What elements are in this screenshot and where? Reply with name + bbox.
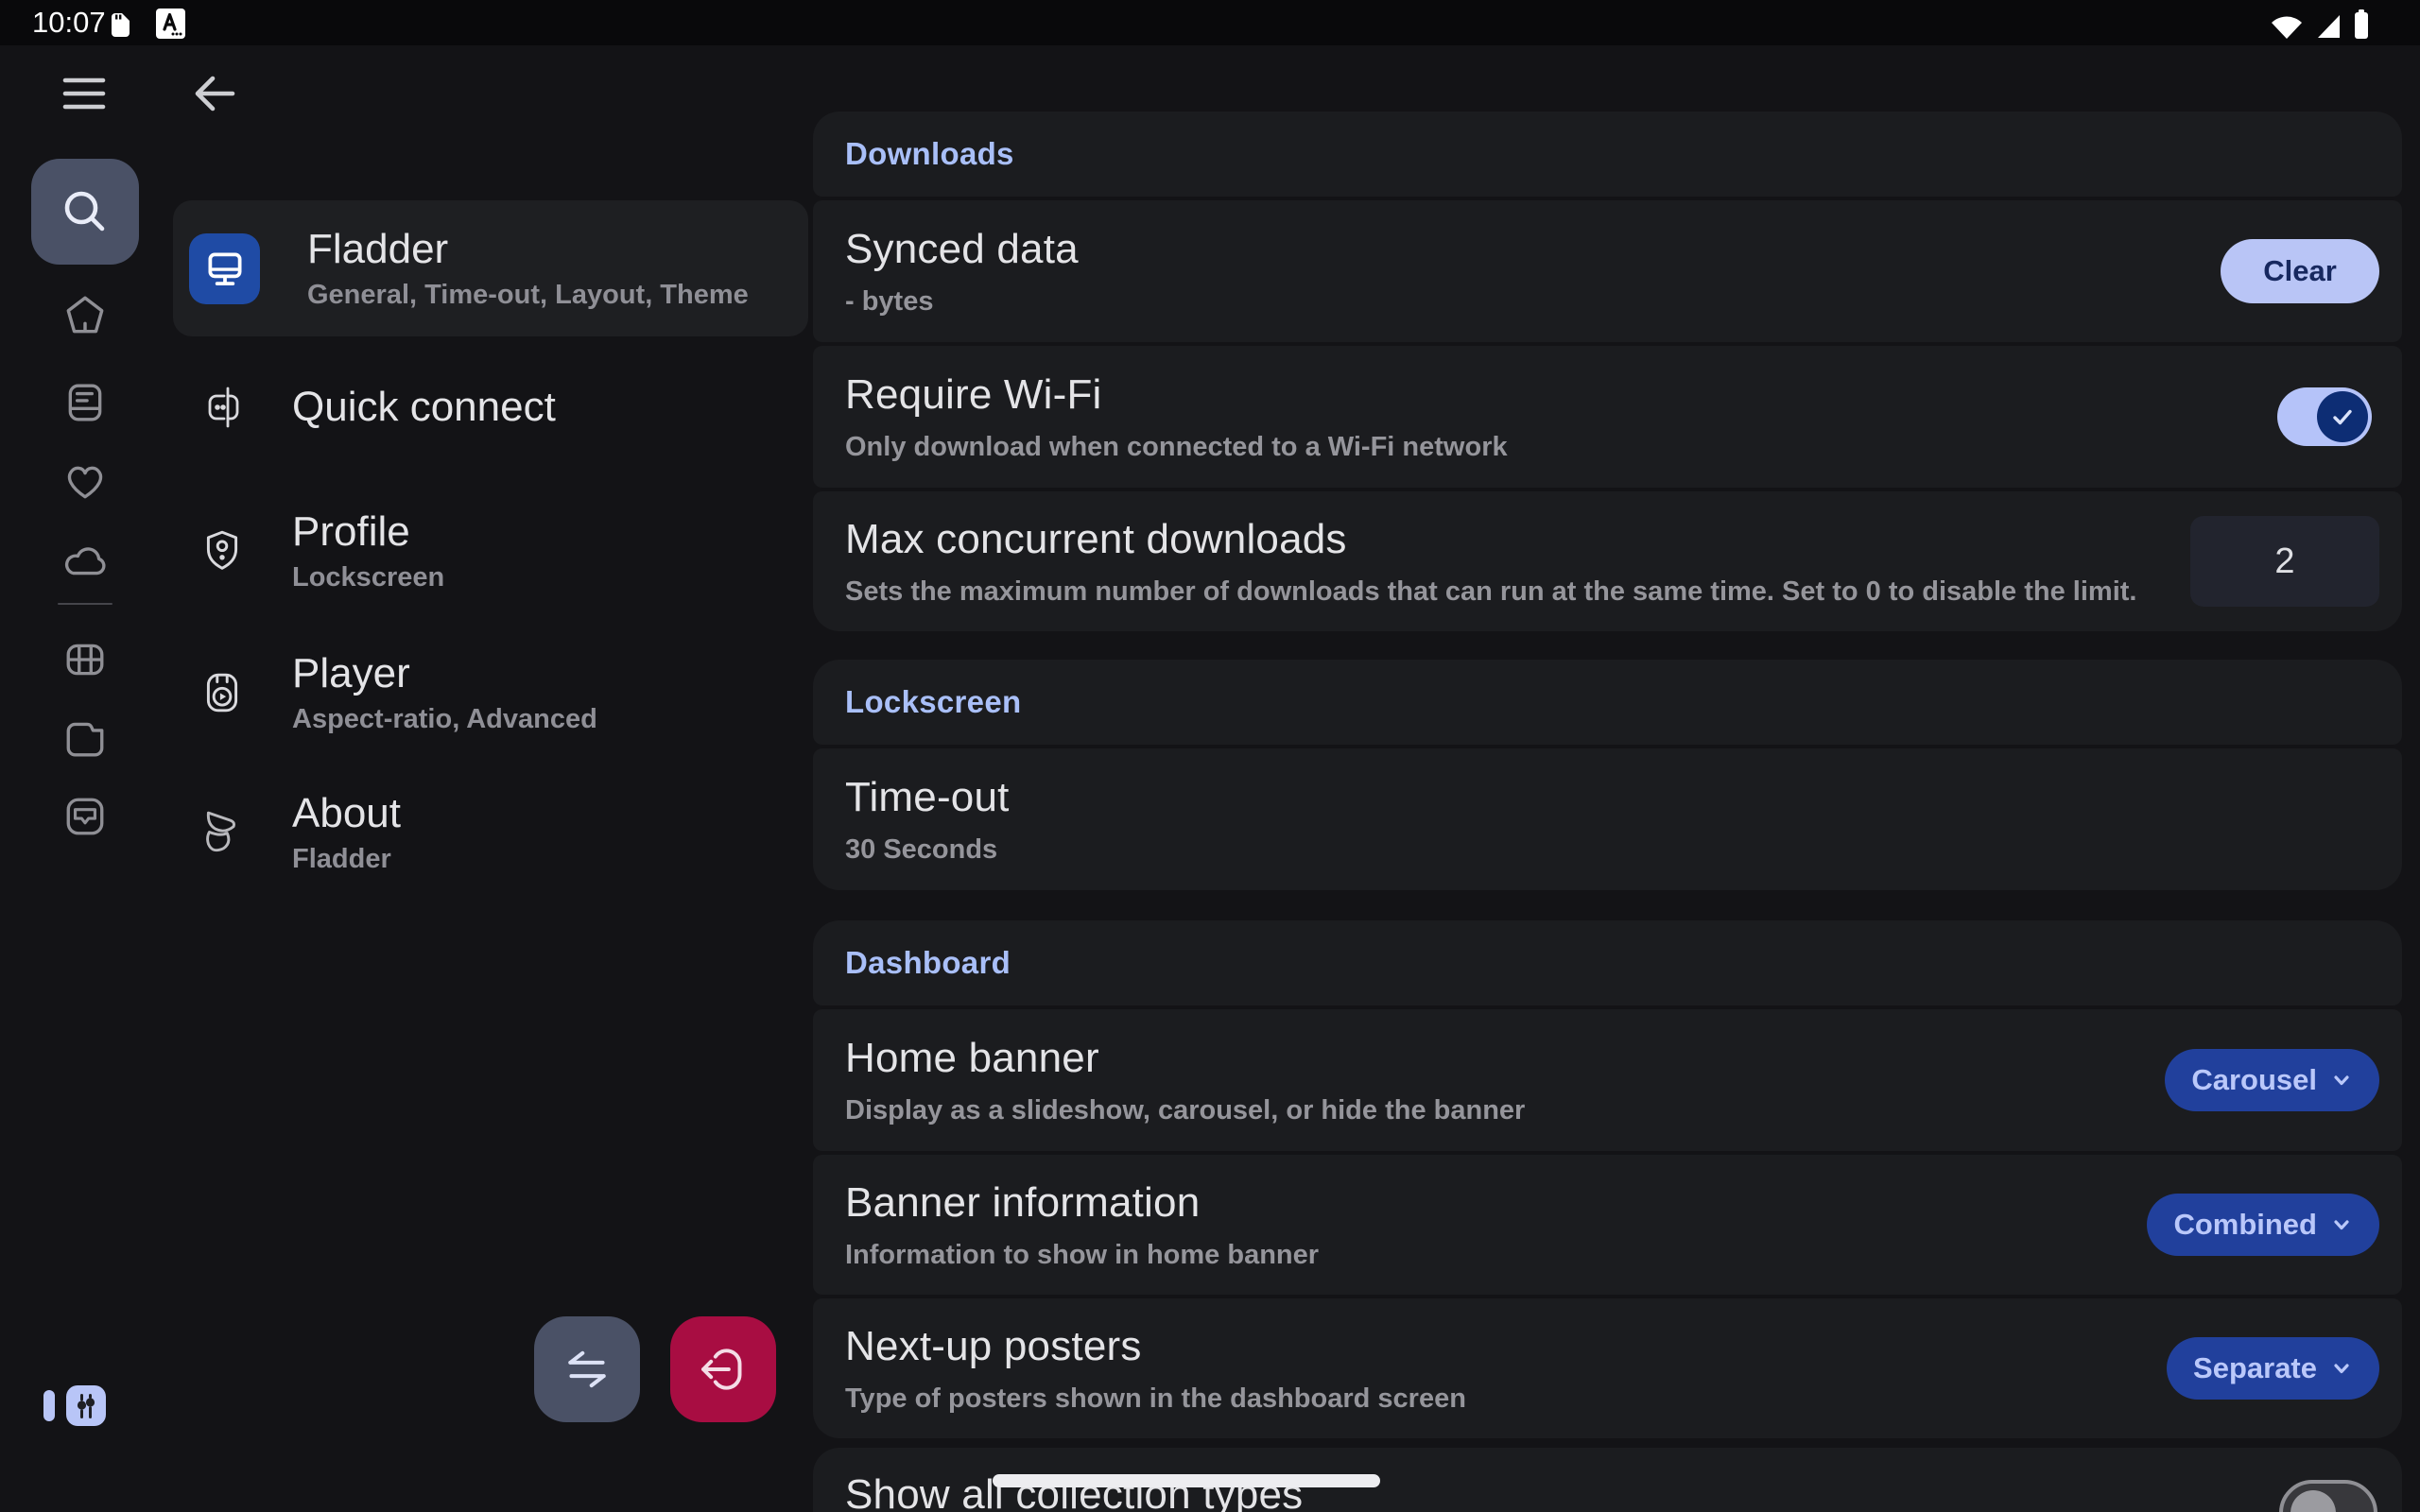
home-banner-dropdown[interactable]: Carousel <box>2165 1049 2379 1111</box>
clock: 10:07 <box>32 6 106 40</box>
max-downloads-value[interactable]: 2 <box>2190 516 2379 607</box>
setting-title: Next-up posters <box>845 1323 2167 1370</box>
require-wifi-toggle[interactable] <box>2277 387 2372 446</box>
menu-item-title: Quick connect <box>292 383 556 432</box>
menu-item-subtitle: Aspect-ratio, Advanced <box>292 702 597 736</box>
setting-row-synced-data[interactable]: Synced data - bytes Clear <box>813 200 2402 342</box>
status-bar: 10:07 <box>0 0 2420 45</box>
client-settings-fab[interactable] <box>66 1385 106 1426</box>
dropdown-value: Separate <box>2193 1351 2317 1385</box>
setting-subtitle: Sets the maximum number of downloads tha… <box>845 576 2190 608</box>
player-icon <box>199 670 245 715</box>
setting-title: Banner information <box>845 1179 2147 1227</box>
menu-item-fladder[interactable]: Fladder General, Time-out, Layout, Theme <box>173 200 808 336</box>
setting-title: Max concurrent downloads <box>845 516 2190 563</box>
show-all-collection-types-toggle[interactable] <box>2279 1480 2377 1512</box>
section-header-lockscreen: Lockscreen <box>813 660 2402 745</box>
chevron-down-icon <box>2330 1213 2353 1236</box>
logout-icon <box>697 1344 750 1395</box>
logout-button[interactable] <box>670 1316 776 1422</box>
wifi-icon <box>2271 13 2303 39</box>
language-a-icon <box>156 9 185 39</box>
dropdown-value: Carousel <box>2191 1063 2317 1097</box>
banner-information-dropdown[interactable]: Combined <box>2147 1194 2379 1256</box>
setting-subtitle: Only download when connected to a Wi-Fi … <box>845 431 2277 463</box>
home-icon <box>61 292 109 339</box>
menu-item-player[interactable]: Player Aspect-ratio, Advanced <box>173 641 808 745</box>
chevron-down-icon <box>2330 1069 2353 1091</box>
quick-connect-icon <box>199 385 245 430</box>
menu-item-quick-connect[interactable]: Quick connect <box>173 365 808 450</box>
menu-item-subtitle: Fladder <box>292 842 401 876</box>
menu-item-title: Fladder <box>307 225 749 274</box>
chevron-down-icon <box>2330 1357 2353 1380</box>
sidebar-item-favorites[interactable] <box>60 455 110 505</box>
setting-row-timeout[interactable]: Time-out 30 Seconds <box>813 748 2402 890</box>
menu-item-profile[interactable]: Profile Lockscreen <box>173 499 808 603</box>
search-icon <box>58 184 112 239</box>
dropdown-value: Combined <box>2173 1208 2317 1242</box>
collections-icon <box>62 794 108 839</box>
setting-row-next-up-posters[interactable]: Next-up posters Type of posters shown in… <box>813 1298 2402 1438</box>
sd-card-icon <box>110 10 131 38</box>
sync-cloud-icon <box>60 541 110 578</box>
sidebar-item-folders[interactable] <box>60 713 110 762</box>
setting-subtitle: 30 Seconds <box>845 833 2379 866</box>
switch-server-button[interactable] <box>534 1316 640 1422</box>
gesture-navigation-bar[interactable] <box>993 1474 1380 1487</box>
back-arrow-icon[interactable] <box>194 74 235 113</box>
battery-icon <box>2354 9 2369 39</box>
setting-subtitle: Display as a slideshow, carousel, or hid… <box>845 1094 2165 1126</box>
setting-row-max-concurrent-downloads[interactable]: Max concurrent downloads Sets the maximu… <box>813 491 2402 631</box>
setting-row-home-banner[interactable]: Home banner Display as a slideshow, caro… <box>813 1009 2402 1151</box>
app-screen: 10:07 <box>0 0 2420 1512</box>
favorites-heart-icon <box>62 459 108 501</box>
folder-icon <box>62 717 108 757</box>
setting-subtitle: Type of posters shown in the dashboard s… <box>845 1383 2167 1415</box>
clear-button[interactable]: Clear <box>2221 239 2379 303</box>
media-library-icon <box>63 381 107 424</box>
menu-item-title: Profile <box>292 507 444 557</box>
shield-profile-icon <box>199 528 245 574</box>
section-header-dashboard: Dashboard <box>813 920 2402 1005</box>
menu-item-about[interactable]: About Fladder <box>173 781 808 885</box>
sidebar-item-collections[interactable] <box>60 792 110 841</box>
menu-item-subtitle: Lockscreen <box>292 560 444 594</box>
sidebar-item-search[interactable] <box>31 159 139 265</box>
setting-title: Time-out <box>845 774 2379 821</box>
sidebar-item-media[interactable] <box>60 378 110 427</box>
sidebar-item-sync[interactable] <box>60 535 110 584</box>
settings-content: Downloads Synced data - bytes Clear Requ… <box>813 112 2402 1512</box>
setting-row-require-wifi[interactable]: Require Wi-Fi Only download when connect… <box>813 346 2402 488</box>
menu-item-title: Player <box>292 649 597 698</box>
swap-arrows-icon <box>560 1345 614 1394</box>
monitor-icon <box>189 233 260 304</box>
menu-item-subtitle: General, Time-out, Layout, Theme <box>307 278 749 312</box>
hamburger-menu-icon[interactable] <box>62 76 106 112</box>
next-up-posters-dropdown[interactable]: Separate <box>2167 1337 2379 1400</box>
video-film-icon <box>63 640 107 679</box>
setting-title: Synced data <box>845 226 2221 273</box>
cellular-icon <box>2316 13 2341 39</box>
setting-subtitle: - bytes <box>845 285 2221 318</box>
check-icon <box>2329 404 2356 430</box>
setting-row-banner-information[interactable]: Banner information Information to show i… <box>813 1155 2402 1295</box>
sidebar-item-video[interactable] <box>60 635 110 684</box>
equalizer-icon <box>73 1392 99 1420</box>
menu-item-title: About <box>292 789 401 838</box>
rail-divider <box>58 603 112 605</box>
section-header-downloads: Downloads <box>813 112 2402 197</box>
setting-title: Require Wi-Fi <box>845 371 2277 419</box>
sidebar-item-home[interactable] <box>60 291 110 340</box>
fladder-logo-icon <box>199 810 245 855</box>
setting-title: Home banner <box>845 1035 2165 1082</box>
edge-pill-indicator <box>43 1390 55 1421</box>
setting-subtitle: Information to show in home banner <box>845 1239 2147 1271</box>
